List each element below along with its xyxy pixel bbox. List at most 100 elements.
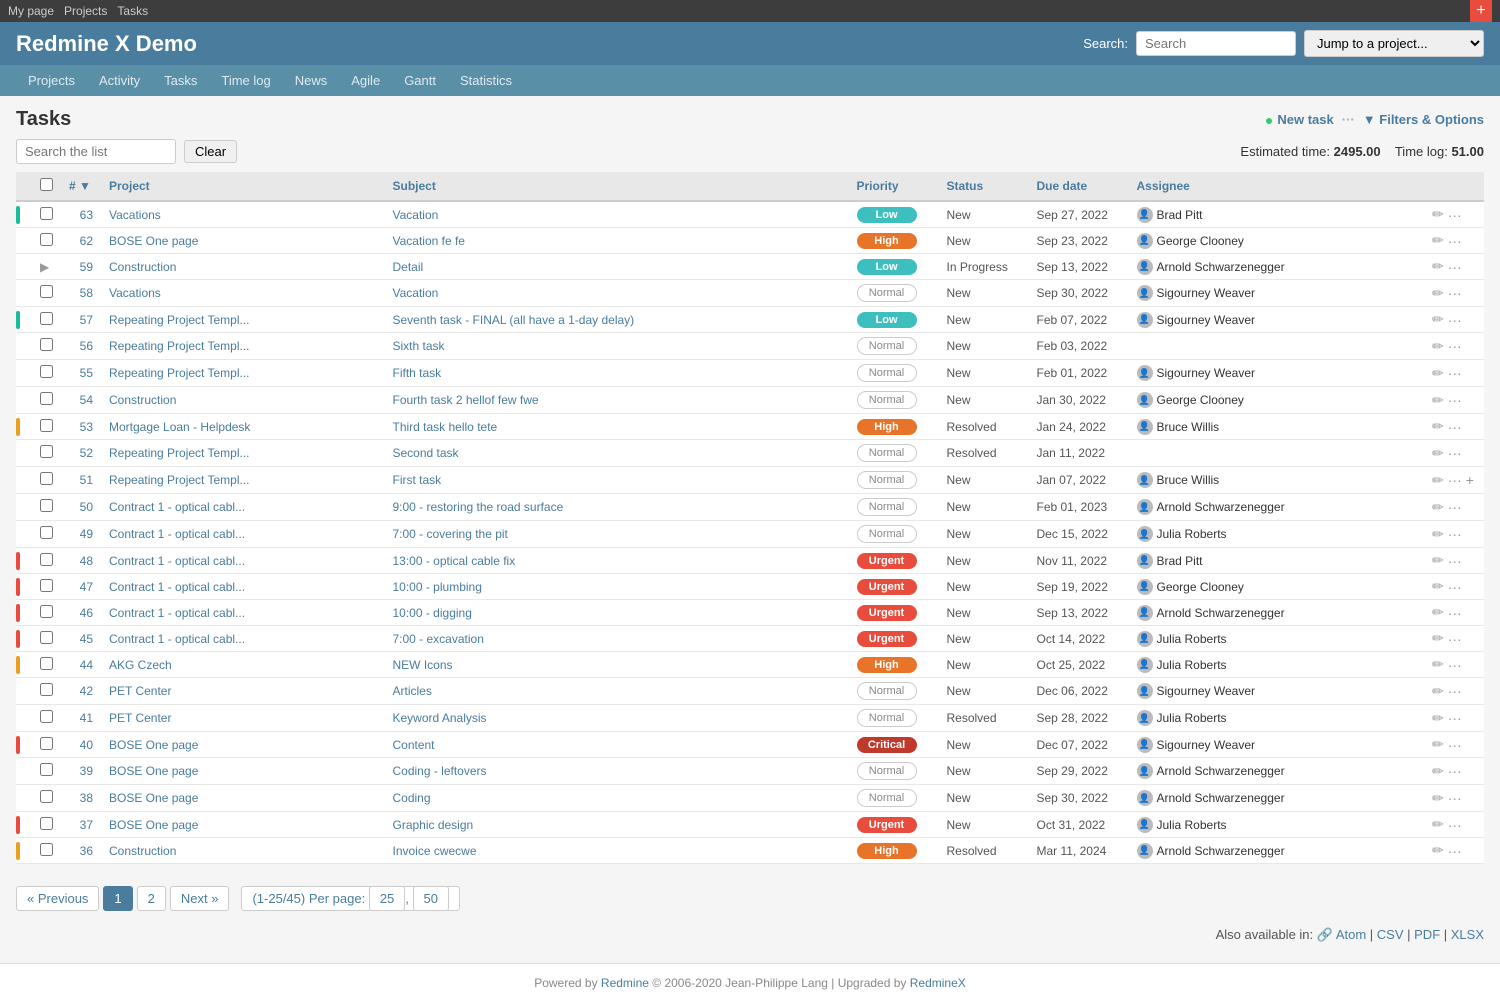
edit-icon[interactable]: ✏ [1432,365,1444,382]
project-link[interactable]: Repeating Project Templ... [109,473,250,487]
more-options-icon[interactable]: ··· [1342,112,1355,127]
edit-icon[interactable]: ✏ [1432,578,1444,595]
subject-link[interactable]: Detail [392,260,423,274]
task-id-link[interactable]: 54 [80,393,93,407]
prev-page-button[interactable]: « Previous [16,886,99,911]
row-checkbox[interactable] [40,472,53,485]
more-row-icon[interactable]: ··· [1448,312,1462,328]
list-search-input[interactable] [16,139,176,164]
subject-link[interactable]: 7:00 - covering the pit [392,527,507,541]
subject-link[interactable]: Vacation [392,286,438,300]
project-link[interactable]: Contract 1 - optical cabl... [109,527,245,541]
edit-icon[interactable]: ✏ [1432,790,1444,807]
more-row-icon[interactable]: ··· [1448,338,1462,354]
task-id-link[interactable]: 57 [80,313,93,327]
filters-button[interactable]: ▼ Filters & Options [1363,112,1484,127]
task-id-link[interactable]: 58 [80,286,93,300]
row-checkbox[interactable] [40,392,53,405]
select-all-checkbox[interactable] [40,178,53,191]
col-due-date[interactable]: Due date [1029,172,1129,201]
subject-link[interactable]: 7:00 - excavation [392,632,483,646]
nav-tasks[interactable]: Tasks [152,65,209,96]
subject-link[interactable]: Keyword Analysis [392,711,486,725]
task-id-link[interactable]: 45 [80,632,93,646]
csv-link[interactable]: CSV [1377,927,1404,942]
clear-button[interactable]: Clear [184,140,237,163]
more-row-icon[interactable]: ··· [1448,843,1462,859]
project-link[interactable]: Contract 1 - optical cabl... [109,580,245,594]
project-link[interactable]: Contract 1 - optical cabl... [109,606,245,620]
col-assignee[interactable]: Assignee [1129,172,1425,201]
subject-link[interactable]: Coding [392,791,430,805]
edit-icon[interactable]: ✏ [1432,232,1444,249]
task-id-link[interactable]: 48 [80,554,93,568]
subject-link[interactable]: Second task [392,446,458,460]
edit-icon[interactable]: ✏ [1432,392,1444,409]
col-status[interactable]: Status [939,172,1029,201]
more-row-icon[interactable]: ··· [1448,419,1462,435]
project-link[interactable]: Construction [109,844,176,858]
edit-icon[interactable]: ✏ [1432,604,1444,621]
projects-link[interactable]: Projects [64,4,107,18]
task-id-link[interactable]: 39 [80,764,93,778]
col-subject[interactable]: Subject [384,172,848,201]
row-checkbox[interactable] [40,605,53,618]
row-checkbox[interactable] [40,499,53,512]
page-1-button[interactable]: 1 [103,886,132,911]
add-row-button[interactable]: + [1466,472,1474,488]
project-link[interactable]: Contract 1 - optical cabl... [109,500,245,514]
more-row-icon[interactable]: ··· [1448,526,1462,542]
task-id-link[interactable]: 50 [80,500,93,514]
project-link[interactable]: Repeating Project Templ... [109,313,250,327]
more-row-icon[interactable]: ··· [1448,233,1462,249]
more-row-icon[interactable]: ··· [1448,763,1462,779]
project-link[interactable]: BOSE One page [109,738,198,752]
edit-icon[interactable]: ✏ [1432,526,1444,543]
row-checkbox[interactable] [40,631,53,644]
row-checkbox[interactable] [40,526,53,539]
col-project[interactable]: Project [101,172,384,201]
edit-icon[interactable]: ✏ [1432,499,1444,516]
plus-button[interactable]: + [1470,0,1492,22]
task-id-link[interactable]: 38 [80,791,93,805]
more-row-icon[interactable]: ··· [1448,445,1462,461]
more-row-icon[interactable]: ··· [1448,605,1462,621]
row-checkbox[interactable] [40,763,53,776]
expand-arrow[interactable]: ▶ [40,260,49,274]
col-id[interactable]: # ▼ [61,172,101,201]
project-link[interactable]: Repeating Project Templ... [109,366,250,380]
row-checkbox[interactable] [40,843,53,856]
redminex-link[interactable]: RedmineX [910,976,966,990]
col-priority[interactable]: Priority [849,172,939,201]
row-checkbox[interactable] [40,419,53,432]
subject-link[interactable]: Vacation fe fe [392,234,465,248]
task-id-link[interactable]: 42 [80,684,93,698]
row-checkbox[interactable] [40,207,53,220]
task-id-link[interactable]: 53 [80,420,93,434]
task-id-link[interactable]: 51 [80,473,93,487]
project-link[interactable]: PET Center [109,711,171,725]
more-row-icon[interactable]: ··· [1448,472,1462,488]
project-link[interactable]: AKG Czech [109,658,172,672]
task-id-link[interactable]: 36 [80,844,93,858]
nav-activity[interactable]: Activity [87,65,152,96]
task-id-link[interactable]: 41 [80,711,93,725]
row-checkbox[interactable] [40,233,53,246]
subject-link[interactable]: Fourth task 2 hellof few fwe [392,393,538,407]
more-row-icon[interactable]: ··· [1448,631,1462,647]
subject-link[interactable]: Graphic design [392,818,473,832]
project-link[interactable]: BOSE One page [109,818,198,832]
task-id-link[interactable]: 56 [80,339,93,353]
task-id-link[interactable]: 40 [80,738,93,752]
project-link[interactable]: Contract 1 - optical cabl... [109,632,245,646]
jump-to-project-select[interactable]: Jump to a project... [1304,30,1484,57]
edit-icon[interactable]: ✏ [1432,763,1444,780]
edit-icon[interactable]: ✏ [1432,710,1444,727]
task-id-link[interactable]: 55 [80,366,93,380]
subject-link[interactable]: 13:00 - optical cable fix [392,554,515,568]
project-link[interactable]: Vacations [109,286,161,300]
task-id-link[interactable]: 62 [80,234,93,248]
row-checkbox[interactable] [40,445,53,458]
row-checkbox[interactable] [40,365,53,378]
subject-link[interactable]: Invoice cwecwe [392,844,476,858]
